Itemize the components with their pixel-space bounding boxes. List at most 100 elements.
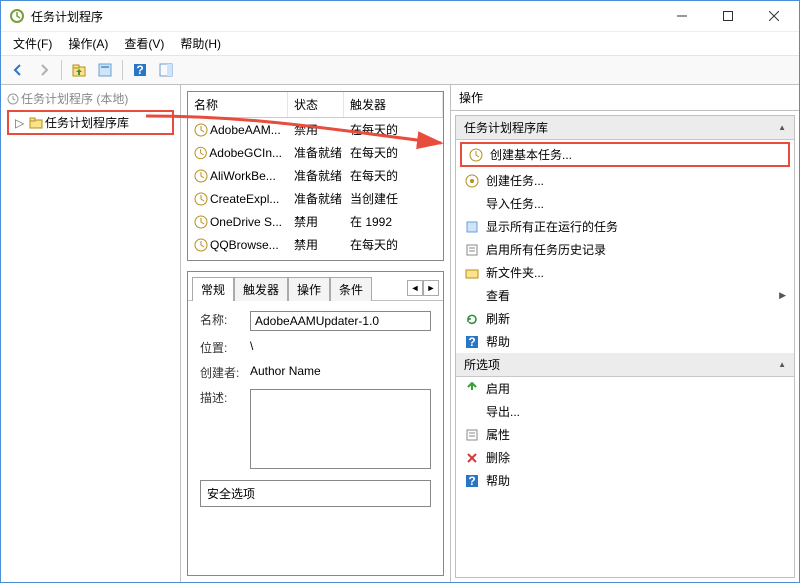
action-show-running[interactable]: 显示所有正在运行的任务 — [456, 215, 794, 238]
show-pane-button[interactable] — [155, 59, 177, 81]
author-label: 创建者: — [200, 364, 250, 381]
running-icon — [464, 219, 480, 235]
action-create-task[interactable]: 创建任务... — [456, 169, 794, 192]
close-button[interactable] — [751, 1, 797, 31]
up-button[interactable] — [68, 59, 90, 81]
tree-root-label: 任务计划程序 (本地) — [21, 90, 128, 107]
task-list-body[interactable]: AdobeAAM...禁用在每天的AdobeGCIn...准备就绪在每天的Ali… — [188, 118, 443, 260]
action-label: 创建任务... — [486, 172, 544, 189]
collapse-icon: ▲ — [778, 123, 786, 132]
action-export[interactable]: 导出... — [456, 400, 794, 423]
action-label: 导入任务... — [486, 195, 544, 212]
refresh-icon — [464, 311, 480, 327]
separator — [122, 60, 123, 80]
action-label: 显示所有正在运行的任务 — [486, 218, 618, 235]
tree-root[interactable]: 任务计划程序 (本地) — [3, 89, 178, 108]
actions-group-library[interactable]: 任务计划程序库 ▲ — [456, 116, 794, 140]
action-label: 导出... — [486, 403, 520, 420]
actions-body: 任务计划程序库 ▲ 创建基本任务... 创建任务... 导入任务... — [455, 115, 795, 578]
properties-button[interactable] — [94, 59, 116, 81]
back-button[interactable] — [7, 59, 29, 81]
collapse-icon: ▲ — [778, 360, 786, 369]
folder-icon — [464, 265, 480, 281]
action-import-task[interactable]: 导入任务... — [456, 192, 794, 215]
tab-actions[interactable]: 操作 — [288, 277, 330, 301]
action-label: 删除 — [486, 449, 510, 466]
help-icon: ? — [464, 334, 480, 350]
actions-group-library-label: 任务计划程序库 — [464, 119, 548, 136]
enable-icon — [464, 381, 480, 397]
maximize-button[interactable] — [705, 1, 751, 31]
table-row[interactable]: AdobeGCIn...准备就绪在每天的 — [188, 141, 443, 164]
action-refresh[interactable]: 刷新 — [456, 307, 794, 330]
detail-tabs: 常规 触发器 操作 条件 ◄ ► — [188, 272, 443, 301]
action-enable-history[interactable]: 启用所有任务历史记录 — [456, 238, 794, 261]
chevron-right-icon: ▷ — [15, 116, 27, 130]
window-title: 任务计划程序 — [31, 8, 659, 25]
task-scheduler-window: 任务计划程序 文件(F) 操作(A) 查看(V) 帮助(H) ? 任务计划程序 … — [0, 0, 800, 583]
delete-icon — [464, 450, 480, 466]
menu-file[interactable]: 文件(F) — [7, 33, 58, 54]
tree-pane: 任务计划程序 (本地) ▷ 任务计划程序库 — [1, 85, 181, 582]
chevron-right-icon: ▶ — [779, 290, 786, 301]
svg-text:?: ? — [468, 474, 475, 488]
name-input[interactable] — [250, 311, 431, 331]
import-icon — [464, 196, 480, 212]
table-row[interactable]: AdobeAAM...禁用在每天的 — [188, 118, 443, 141]
menu-help[interactable]: 帮助(H) — [174, 33, 227, 54]
clock-icon — [468, 147, 484, 163]
col-name[interactable]: 名称 — [188, 92, 288, 117]
table-row[interactable]: AliWorkBe...准备就绪在每天的 — [188, 164, 443, 187]
detail-body: 名称: 位置: \ 创建者: Author Name 描述: — [188, 301, 443, 575]
action-label: 查看 — [486, 287, 510, 304]
action-label: 新文件夹... — [486, 264, 544, 281]
tab-triggers[interactable]: 触发器 — [234, 277, 288, 301]
action-label: 启用所有任务历史记录 — [486, 241, 606, 258]
svg-text:?: ? — [468, 335, 475, 349]
name-label: 名称: — [200, 311, 250, 328]
action-help-2[interactable]: ? 帮助 — [456, 469, 794, 492]
tab-general[interactable]: 常规 — [192, 277, 234, 301]
table-row[interactable]: CreateExpl...准备就绪当创建任 — [188, 187, 443, 210]
table-row[interactable]: OneDrive S...禁用在 1992 — [188, 210, 443, 233]
tab-scroll-right[interactable]: ► — [423, 280, 439, 296]
window-buttons — [659, 1, 797, 31]
tree-library[interactable]: ▷ 任务计划程序库 — [7, 110, 174, 135]
action-label: 帮助 — [486, 472, 510, 489]
col-trigger[interactable]: 触发器 — [344, 92, 443, 117]
actions-pane: 操作 任务计划程序库 ▲ 创建基本任务... 创建任务... 导入任务... — [451, 85, 799, 582]
forward-button[interactable] — [33, 59, 55, 81]
svg-text:?: ? — [136, 63, 143, 77]
author-value: Author Name — [250, 364, 431, 378]
minimize-button[interactable] — [659, 1, 705, 31]
action-delete[interactable]: 删除 — [456, 446, 794, 469]
action-label: 属性 — [486, 426, 510, 443]
table-row[interactable]: QQBrowse...禁用在每天的 — [188, 233, 443, 256]
export-icon — [464, 404, 480, 420]
app-icon — [9, 8, 25, 24]
action-create-basic-task[interactable]: 创建基本任务... — [460, 142, 790, 167]
action-label: 刷新 — [486, 310, 510, 327]
action-new-folder[interactable]: 新文件夹... — [456, 261, 794, 284]
separator — [61, 60, 62, 80]
help-button[interactable]: ? — [129, 59, 151, 81]
actions-group-selected-label: 所选项 — [464, 356, 500, 373]
desc-input[interactable] — [250, 389, 431, 469]
actions-header: 操作 — [451, 85, 799, 111]
col-state[interactable]: 状态 — [288, 92, 344, 117]
menubar: 文件(F) 操作(A) 查看(V) 帮助(H) — [1, 31, 799, 55]
properties-icon — [464, 427, 480, 443]
tab-scroll-left[interactable]: ◄ — [407, 280, 423, 296]
location-label: 位置: — [200, 339, 250, 356]
task-detail: 常规 触发器 操作 条件 ◄ ► 名称: 位置: — [187, 271, 444, 576]
desc-label: 描述: — [200, 389, 250, 406]
tab-conditions[interactable]: 条件 — [330, 277, 372, 301]
menu-action[interactable]: 操作(A) — [62, 33, 114, 54]
action-view[interactable]: 查看 ▶ — [456, 284, 794, 307]
action-properties[interactable]: 属性 — [456, 423, 794, 446]
action-help[interactable]: ? 帮助 — [456, 330, 794, 353]
action-enable[interactable]: 启用 — [456, 377, 794, 400]
actions-group-selected[interactable]: 所选项 ▲ — [456, 353, 794, 377]
menu-view[interactable]: 查看(V) — [118, 33, 170, 54]
security-options-label: 安全选项 — [207, 487, 255, 501]
